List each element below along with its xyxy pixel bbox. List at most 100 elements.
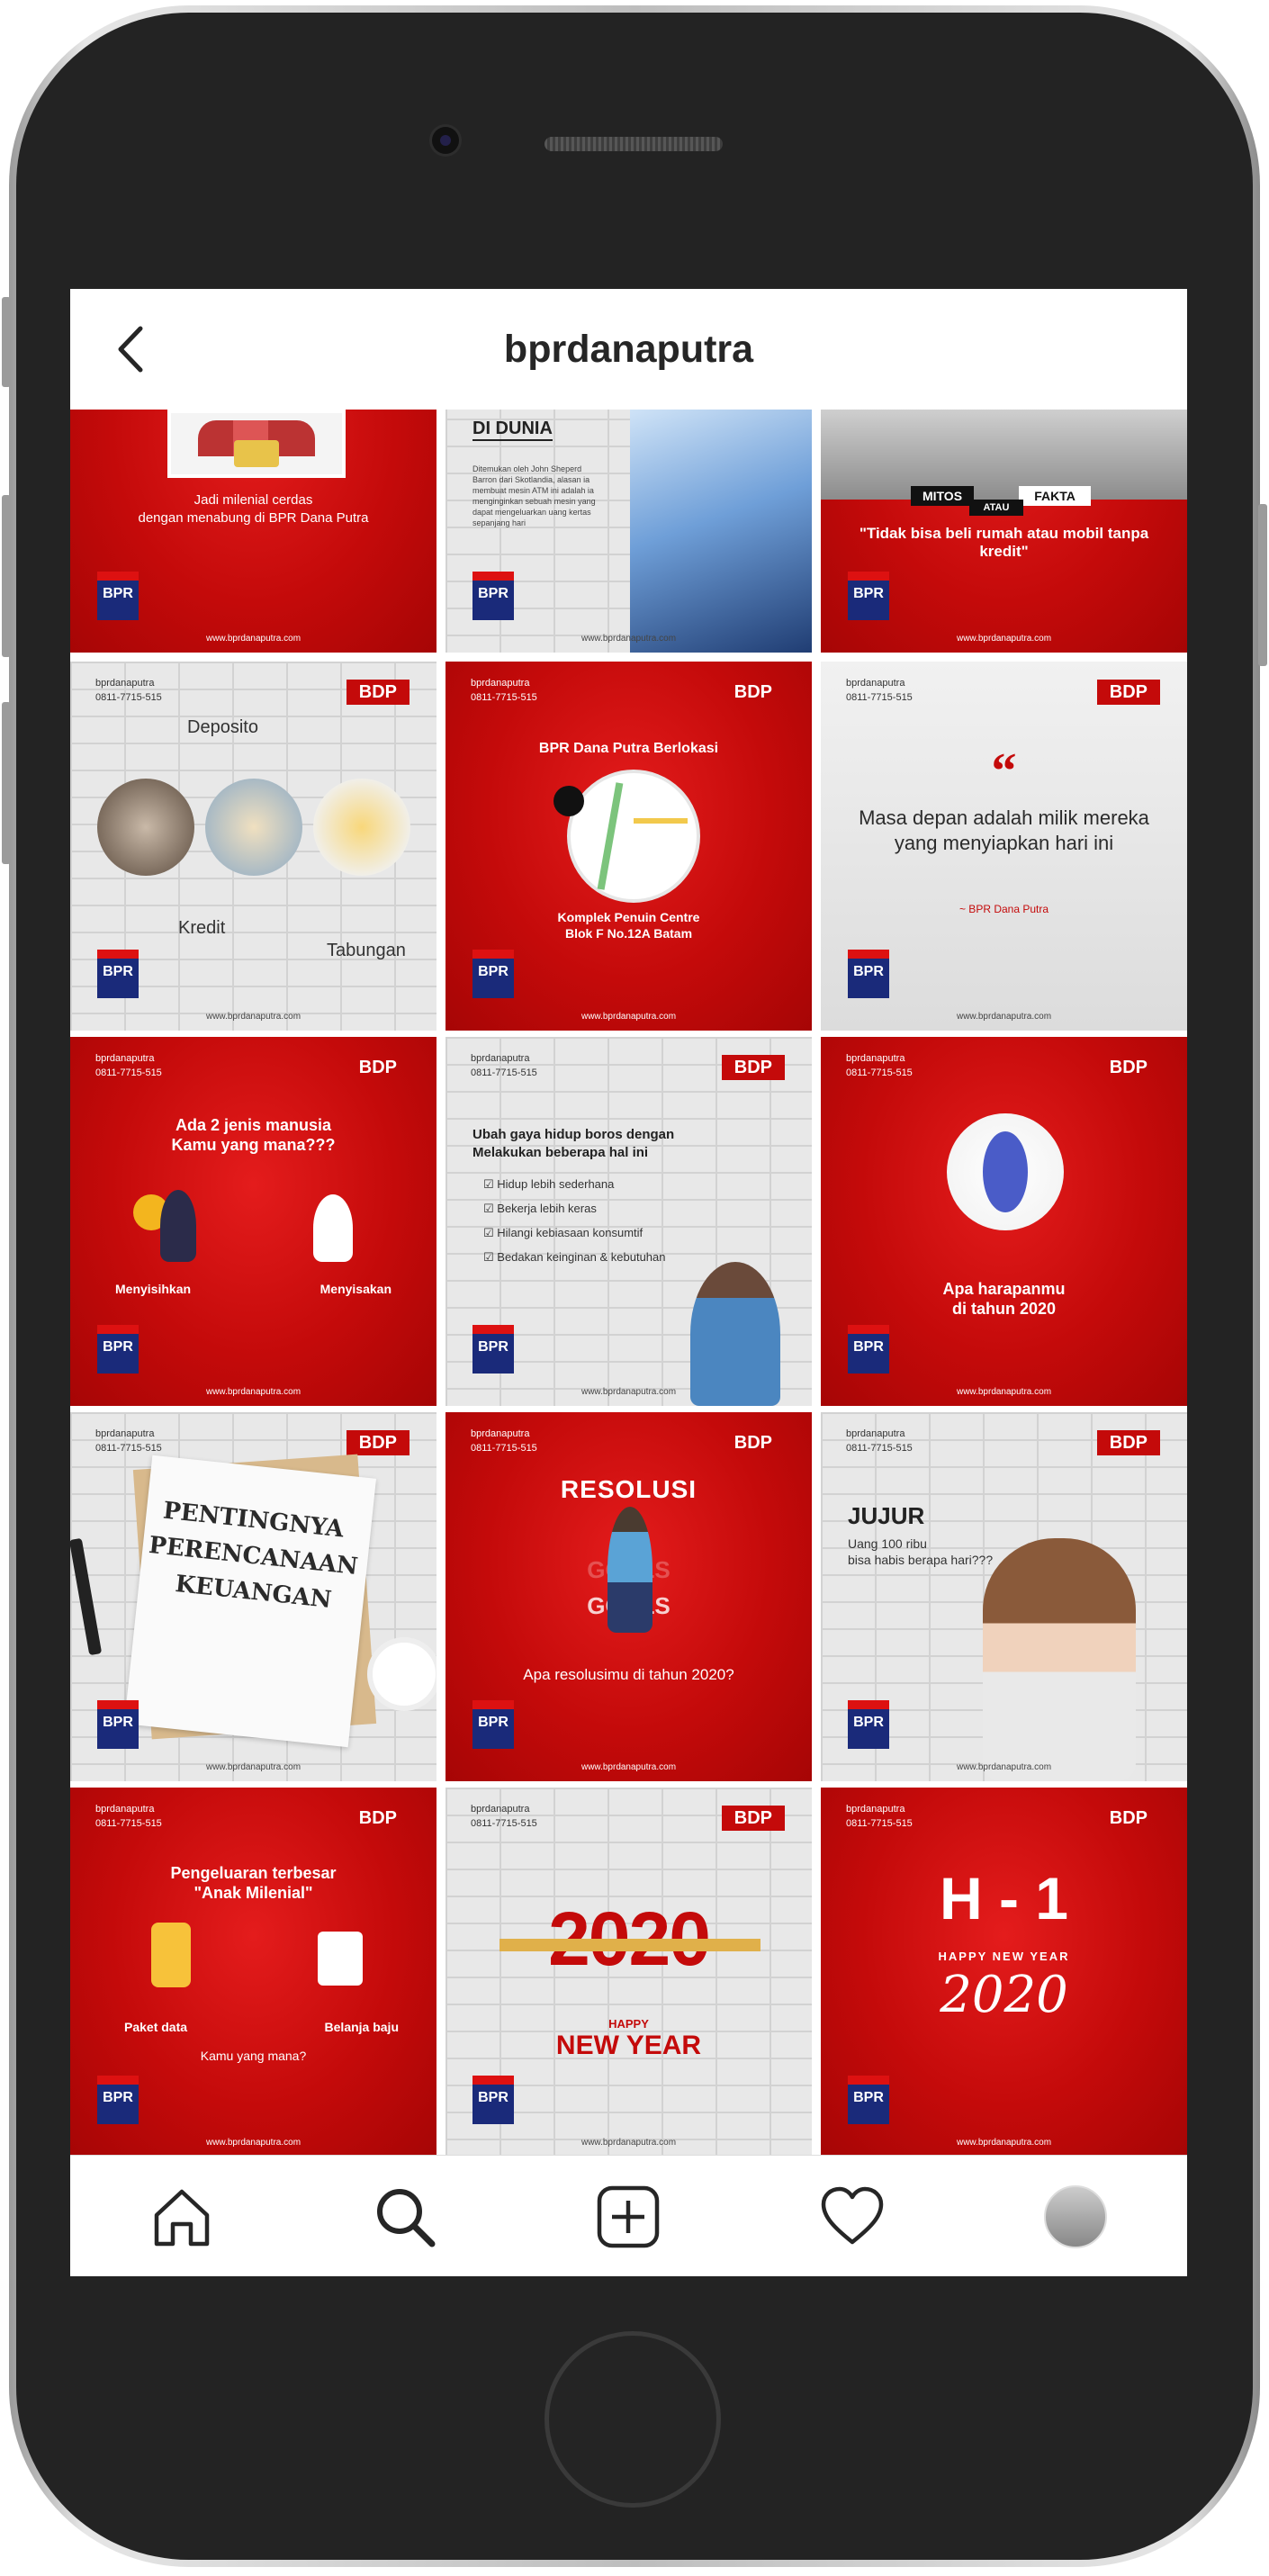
home-icon (154, 2189, 210, 2246)
post-question: Apa resolusimu di tahun 2020? (523, 1666, 734, 1683)
post-title: RESOLUSI (560, 1475, 698, 1503)
post-header-tag: bprdanaputra 0811-7715-515 (471, 678, 537, 703)
label-deposito: Deposito (187, 717, 258, 737)
post-website: www.bprdanaputra.com (580, 1012, 677, 1022)
bdp-logo: BDP (1109, 1808, 1148, 1828)
grid-row: bprdanaputra 0811-7715-515 BDP Pengeluara… (70, 1788, 1187, 2155)
bdp-logo: BDP (1096, 1430, 1160, 1455)
bpr-logo: BPR (848, 2076, 889, 2124)
post-tile[interactable]: bprdanaputra 0811-7715-515 BDP Pengeluara… (70, 1788, 436, 2155)
post-header-tag: bprdanaputra 0811-7715-515 (846, 1428, 913, 1454)
bpr-logo: BPR (848, 1700, 889, 1749)
coffee-cup-icon (367, 1637, 436, 1711)
home-button[interactable] (544, 2331, 721, 2508)
checklist-item: ☑ Bekerja lebih keras (483, 1202, 597, 1215)
post-heading: DI DUNIA (472, 419, 553, 441)
post-title: Pengeluaran terbesar (170, 1864, 337, 1882)
post-quote: Masa depan adalah milik mereka yang meny… (859, 806, 1149, 854)
tab-search[interactable] (369, 2181, 441, 2253)
phone-screen: bprdanaputra Jadi milenial cerdas dengan… (70, 289, 1187, 2276)
bpr-logo: BPR (472, 572, 514, 620)
grid-row: bprdanaputra 0811-7715-515 BDP Ada 2 jeni… (70, 1037, 1187, 1406)
man-jumping-photo (608, 1507, 652, 1633)
bpr-logo: BPR (848, 572, 889, 620)
post-website: www.bprdanaputra.com (205, 634, 302, 644)
tab-new-post[interactable] (592, 2181, 664, 2253)
earpiece-speaker (544, 137, 723, 151)
location-pin-icon (554, 786, 584, 816)
tab-activity[interactable] (816, 2181, 888, 2253)
bdp-logo: BDP (734, 682, 772, 702)
post-title-2: "Anak Milenial" (194, 1884, 313, 1902)
post-website: www.bprdanaputra.com (956, 634, 1052, 644)
bpr-logo: BPR (97, 1700, 139, 1749)
post-website: www.bprdanaputra.com (956, 1012, 1052, 1022)
post-website: www.bprdanaputra.com (956, 1387, 1052, 1397)
post-website: www.bprdanaputra.com (205, 1012, 302, 1022)
post-tile[interactable]: bprdanaputra0811-7715-515 BDP RESOLUSI G… (446, 1412, 812, 1781)
checklist-item: ☑ Bedakan keinginan & kebutuhan (483, 1250, 666, 1264)
mute-switch (2, 297, 11, 387)
countdown-text: H - 1 (939, 1865, 1069, 1932)
post-tile[interactable]: bprdanaputra0811-7715-515 BDP 2020 HAPPY… (446, 1788, 812, 2155)
bdp-logo: BDP (346, 680, 410, 705)
image-circle (205, 779, 302, 876)
atm-photo (630, 410, 812, 653)
post-tile[interactable]: DI DUNIA Ditemukan oleh John Sheperd Bar… (446, 410, 812, 653)
tab-home[interactable] (146, 2181, 218, 2253)
bpr-logo: BPR (472, 2076, 514, 2124)
post-question: Kamu yang mana? (200, 2049, 307, 2063)
post-tile[interactable]: Jadi milenial cerdas dengan menabung di … (70, 410, 436, 653)
plus-square-icon (598, 2185, 660, 2247)
post-tile[interactable]: bprdanaputra 0811-7715-515 BDP Ada 2 jeni… (70, 1037, 436, 1406)
post-website: www.bprdanaputra.com (205, 2138, 302, 2148)
post-body: Ditemukan oleh John Sheperd Barron dari … (472, 464, 596, 527)
volume-up-button (2, 495, 11, 657)
post-tile[interactable]: bprdanaputra 0811-7715-515 BDP H - 1 HAPP… (821, 1788, 1187, 2155)
post-tile[interactable]: bprdanaputra 0811-7715-515 BDP Apa harapa… (821, 1037, 1187, 1406)
label-kredit: Kredit (178, 918, 226, 938)
label-left: Menyisihkan (115, 1282, 192, 1296)
post-title: Ada 2 jenis manusia (175, 1116, 332, 1134)
post-text-2: bisa habis berapa hari??? (848, 1553, 994, 1567)
profile-username: bprdanaputra (503, 327, 754, 371)
checkbox-icon: ☑ (483, 1226, 498, 1239)
man-character-icon (160, 1190, 196, 1262)
back-arrow-icon[interactable] (106, 323, 158, 375)
post-title-2: Kamu yang mana??? (171, 1136, 336, 1154)
post-website: www.bprdanaputra.com (580, 1762, 677, 1772)
post-header-tag: bprdanaputra 0811-7715-515 (471, 1804, 537, 1829)
search-icon (377, 2188, 436, 2247)
label-tabungan: Tabungan (327, 941, 406, 960)
post-text: Apa harapanmu (942, 1280, 1066, 1298)
post-tile[interactable]: bprdanaputra 0811-7715-515 BDP Deposito K… (70, 662, 436, 1031)
post-header-tag: bprdanaputra 0811-7715-515 (471, 1428, 537, 1454)
grid-row: Jadi milenial cerdas dengan menabung di … (70, 410, 1187, 653)
post-tile[interactable]: bprdanaputra 0811-7715-515 BDP “ Masa dep… (821, 662, 1187, 1031)
front-camera (432, 127, 459, 154)
post-quote: "Tidak bisa beli rumah atau mobil tanpa … (859, 525, 1149, 560)
avatar (1043, 2184, 1107, 2248)
bpr-logo: BPR (848, 950, 889, 998)
post-tile[interactable]: bprdanaputra 0811-7715-515 BDP Ubah gaya … (446, 1037, 812, 1406)
post-tile[interactable]: bprdanaputra 0811-7715-515 BDP JUJUR Uang… (821, 1412, 1187, 1781)
post-tile[interactable]: MITOS FAKTA ATAU "Tidak bisa beli rumah … (821, 410, 1187, 653)
smartphone-icon (151, 1923, 191, 1987)
post-tile[interactable]: bprdanaputra 0811-7715-515 BDP PENTINGNYA… (70, 1412, 436, 1781)
image-circle (97, 779, 194, 876)
atau-label: ATAU (969, 500, 1023, 516)
map-circle (567, 770, 700, 903)
tab-profile[interactable] (1040, 2181, 1112, 2253)
post-header-tag: bprdanaputra 0811-7715-515 (95, 1428, 162, 1454)
post-header-tag: bprdanaputra 0811-7715-515 (846, 1804, 913, 1829)
post-tile[interactable]: bprdanaputra 0811-7715-515 BDP BPR Dana P… (446, 662, 812, 1031)
post-text: Uang 100 ribu (848, 1536, 927, 1551)
ribbon-icon (500, 1939, 760, 1951)
checklist-item: ☑ Hidup lebih sederhana (483, 1177, 615, 1191)
bpr-logo: BPR (848, 1325, 889, 1374)
piggy-bank-icon (313, 779, 410, 876)
checklist-item: ☑ Hilangi kebiasaan konsumtif (483, 1226, 644, 1239)
bdp-logo: BDP (358, 1058, 397, 1077)
post-photo (167, 410, 346, 478)
bdp-logo: BDP (1096, 680, 1160, 705)
